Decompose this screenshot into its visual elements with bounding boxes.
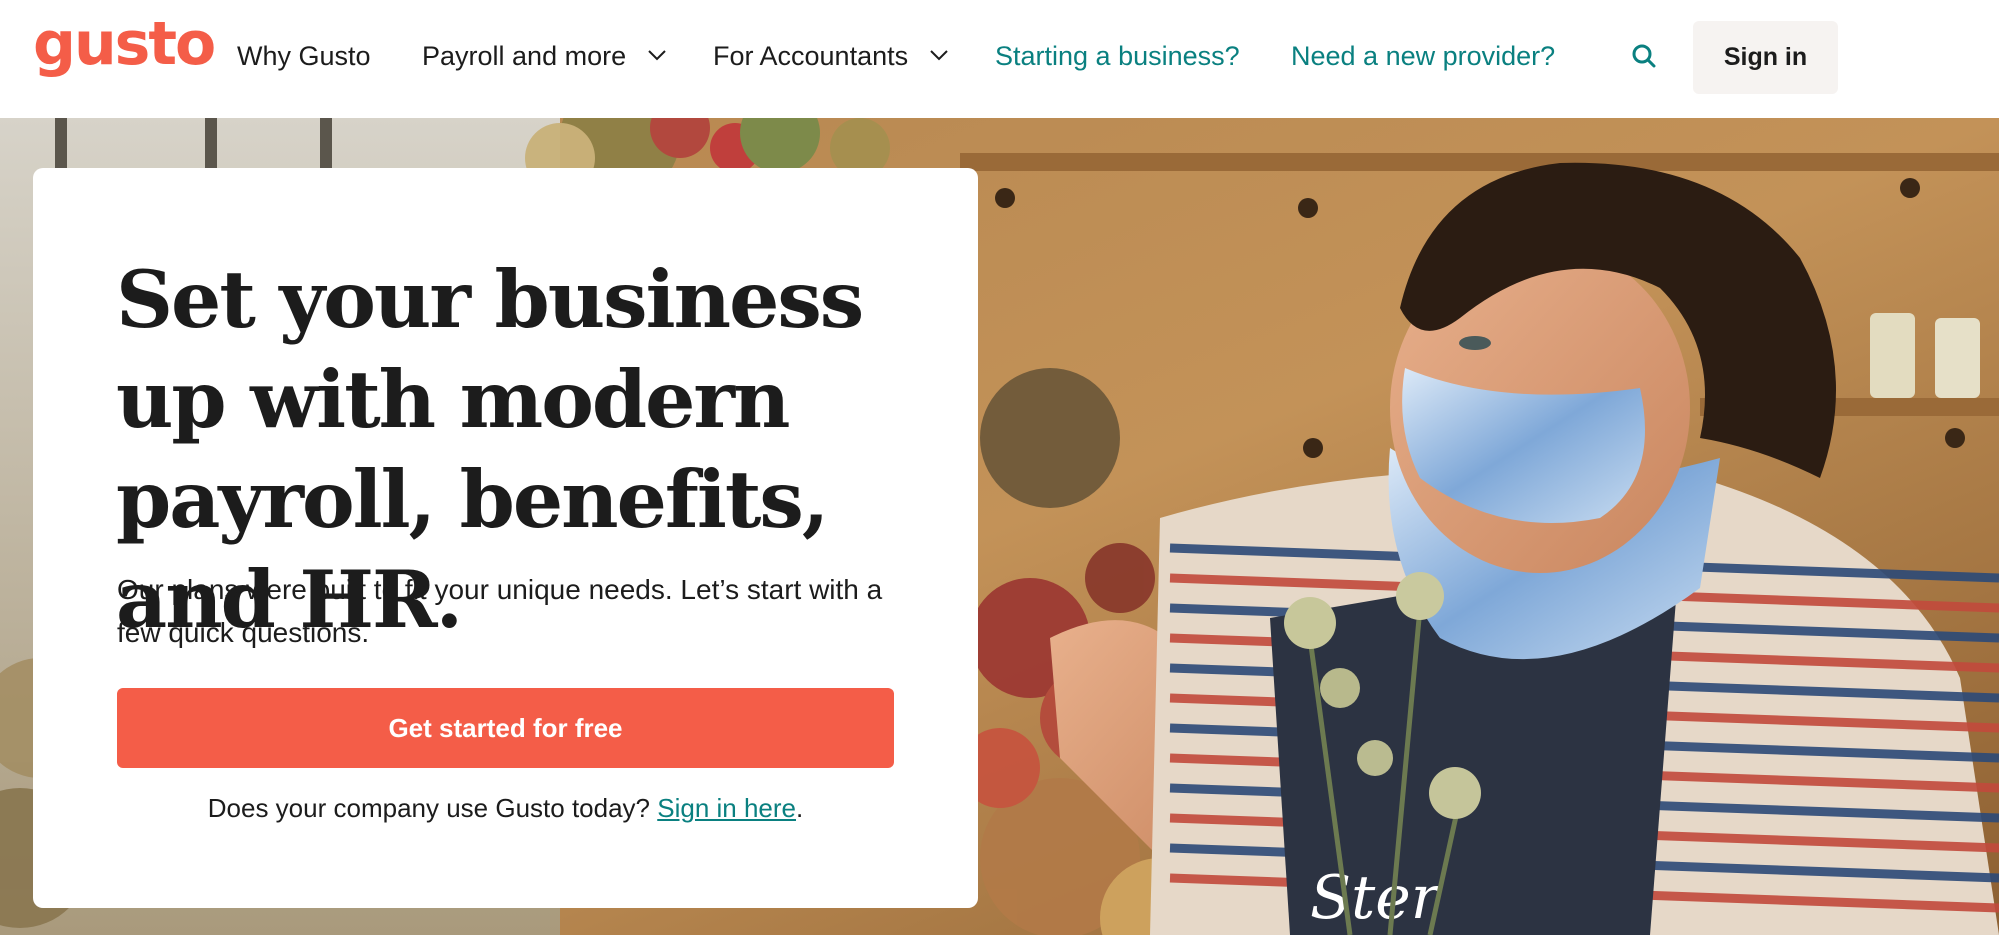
prompt-period: .	[796, 793, 804, 823]
search-button[interactable]	[1628, 40, 1662, 74]
nav-starting-a-business[interactable]: Starting a business?	[995, 38, 1240, 74]
existing-customer-prompt: Does your company use Gusto today? Sign …	[33, 793, 978, 824]
nav-for-accountants[interactable]: For Accountants	[713, 38, 948, 74]
hero-subtext: Our plans were built to fit your unique …	[117, 574, 883, 648]
nav-payroll-and-more[interactable]: Payroll and more	[422, 38, 666, 74]
nav-new-provider-label: Need a new provider?	[1291, 41, 1556, 71]
nav-why-gusto-label: Why Gusto	[237, 41, 371, 71]
nav-why-gusto[interactable]: Why Gusto	[237, 38, 371, 74]
nav-payroll-label: Payroll and more	[422, 41, 627, 71]
gusto-logo[interactable]: gusto	[33, 14, 216, 74]
search-icon	[1632, 44, 1656, 68]
sign-in-here-link[interactable]: Sign in here	[657, 793, 796, 823]
top-navigation: gusto Why Gusto Payroll and more For Acc…	[0, 0, 1999, 118]
nav-need-new-provider[interactable]: Need a new provider?	[1291, 38, 1555, 74]
chevron-down-icon	[647, 50, 666, 61]
nav-starting-business-label: Starting a business?	[995, 41, 1240, 71]
get-started-button[interactable]: Get started for free	[117, 688, 894, 768]
svg-text:Ster: Ster	[1310, 863, 1443, 933]
nav-accountants-label: For Accountants	[713, 41, 909, 71]
existing-customer-text: Does your company use Gusto today?	[207, 793, 658, 823]
chevron-down-icon	[929, 50, 948, 61]
hero-card: Set your business up with modern payroll…	[33, 168, 978, 908]
sign-in-button[interactable]: Sign in	[1693, 21, 1838, 94]
